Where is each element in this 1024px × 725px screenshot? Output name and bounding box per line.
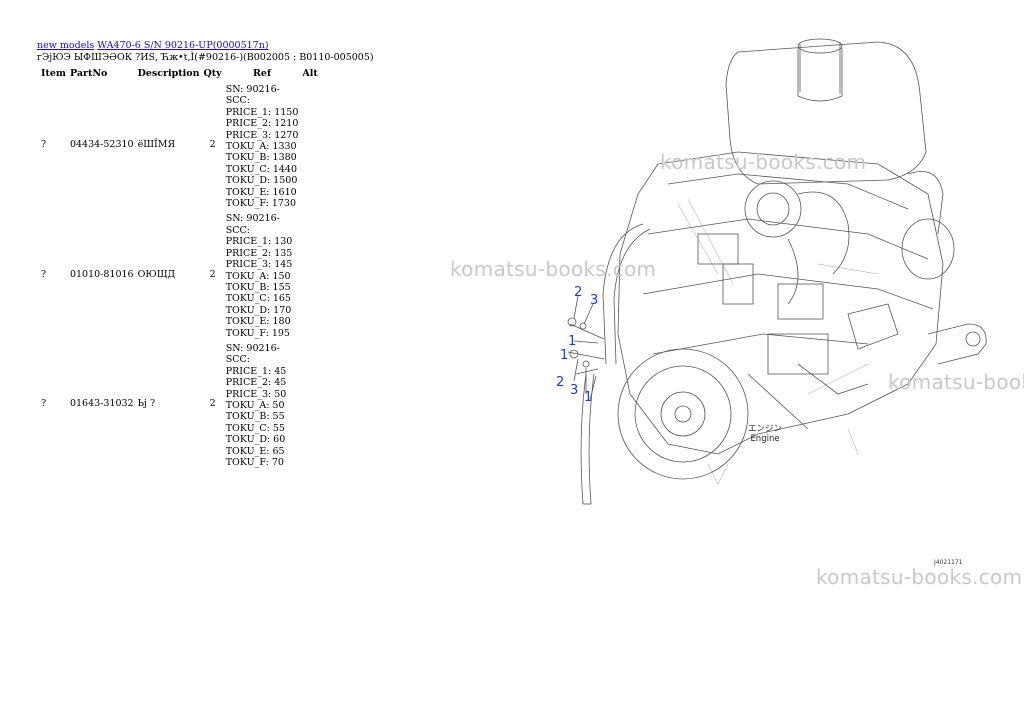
table-row: ? 01643-31032 Ьј ? 2 SN: 90216- SCC: PRICE_1: … (37, 339, 344, 468)
price-line: PRICE_3: 50 (225, 388, 287, 400)
price-line: TOKU_F: 195 (225, 327, 290, 339)
price-line: TOKU_C: 55 (225, 422, 285, 434)
column-header-description: Description (137, 67, 200, 79)
table-row: ? 04434-52310 ёШЇМЯ 2 SN: 90216- SCC: PRICE_1:… (37, 80, 344, 209)
engine-label-en: Engine (750, 434, 780, 444)
price-line: TOKU_A: 1330 (225, 141, 297, 153)
price-line: TOKU_E: 180 (225, 316, 291, 328)
column-header-item: Item (41, 67, 66, 79)
price-line: TOKU_F: 70 (225, 457, 284, 468)
description-cell: ОЮЩД (137, 268, 176, 280)
description-cell: ёШЇМЯ (137, 139, 176, 151)
price-line: SCC: (225, 95, 250, 107)
parts-table: Item PartNo Description Qty Ref Alt ? 044… (37, 66, 344, 469)
price-line: PRICE_2: 1210 (225, 118, 299, 130)
breadcrumb-link-new-models[interactable]: new models (37, 40, 94, 51)
column-header-alt: Alt (302, 67, 318, 79)
price-list: SN: 90216- SCC: PRICE_1: 1150 PRICE_2: 1210… (226, 80, 299, 209)
column-header-partno: PartNo (69, 67, 108, 79)
description-cell: Ьј ? (137, 398, 156, 410)
callout-1-upper: 1 (568, 334, 577, 349)
breadcrumb: new models WA470-6 S/N 90216-UP(0000517n… (37, 40, 269, 51)
table-row: ? 01010-81016 ОЮЩД 2 SN: 90216- SCC: PRICE_1: … (37, 209, 344, 338)
callout-3-top: 3 (590, 293, 599, 308)
price-line: PRICE_2: 45 (225, 377, 287, 389)
watermark: komatsu-books.com (816, 565, 1023, 589)
price-line: TOKU_B: 1380 (225, 152, 297, 164)
price-line: SCC: (225, 354, 250, 366)
price-list: SN: 90216- SCC: PRICE_1: 45 PRICE_2: 45 PRIC… (226, 339, 299, 468)
price-line: SN: 90216- (225, 213, 280, 225)
qty-cell: 2 (209, 398, 216, 410)
alt-cell (300, 209, 344, 338)
price-cell: SN: 90216- SCC: PRICE_1: 1150 PRICE_2: 1210… (224, 80, 301, 209)
price-line: SN: 90216- (225, 342, 280, 354)
price-line: TOKU_E: 65 (225, 445, 285, 457)
price-line: PRICE_1: 45 (225, 365, 287, 377)
qty-cell: 2 (209, 268, 216, 280)
price-line: TOKU_E: 1610 (225, 186, 297, 198)
partno-cell: 01643-31032 (69, 398, 134, 410)
price-line: SCC: (225, 224, 250, 236)
item-cell: ? (41, 268, 47, 280)
price-line: TOKU_B: 155 (225, 281, 291, 293)
price-line: PRICE_3: 145 (225, 259, 293, 271)
price-line: PRICE_1: 130 (225, 236, 293, 248)
price-line: TOKU_F: 1730 (225, 198, 296, 210)
column-header-qty: Qty (203, 67, 222, 79)
alt-cell (300, 80, 344, 209)
qty-cell: 2 (209, 139, 216, 151)
price-line: SN: 90216- (225, 84, 280, 95)
table-header-row: Item PartNo Description Qty Ref Alt (37, 66, 344, 80)
column-header-ref: Ref (253, 67, 272, 79)
engine-label: エンジン Engine (748, 424, 782, 444)
alt-cell (300, 339, 344, 468)
price-line: TOKU_A: 150 (225, 270, 291, 282)
item-cell: ? (41, 139, 47, 151)
price-cell: SN: 90216- SCC: PRICE_1: 130 PRICE_2: 135 PR… (224, 209, 301, 338)
engine-drawing (567, 38, 987, 505)
parts-diagram: 2 3 1 1 2 3 1 エンジン Engine J4021171 (548, 34, 1024, 580)
price-line: PRICE_3: 1270 (225, 129, 299, 141)
breadcrumb-link-model[interactable]: WA470-6 S/N 90216-UP(0000517n) (97, 40, 268, 51)
price-line: TOKU_C: 1440 (225, 163, 298, 175)
price-line: TOKU_D: 170 (225, 304, 292, 316)
page-subtitle: гЭјЮЭ ЫФШЭӘОК ?ИЅ, Ћж•t,Ì(#90216-)(B0020… (37, 52, 374, 63)
partno-cell: 01010-81016 (69, 268, 134, 280)
price-line: TOKU_D: 1500 (225, 175, 298, 187)
callout-2-bottom: 2 (556, 375, 565, 390)
item-cell: ? (41, 398, 47, 410)
watermark: komatsu-books.com (888, 370, 1024, 394)
callout-3-bottom: 3 (570, 383, 579, 398)
price-line: PRICE_1: 1150 (225, 106, 299, 118)
price-line: TOKU_D: 60 (225, 434, 286, 446)
partno-cell: 04434-52310 (69, 139, 134, 151)
watermark: komatsu-books.com (450, 257, 657, 281)
callout-1-mid: 1 (560, 348, 569, 363)
price-line: TOKU_A: 50 (225, 399, 285, 411)
price-line: PRICE_2: 135 (225, 247, 293, 259)
price-line: TOKU_B: 55 (225, 411, 285, 423)
callout-2-top: 2 (574, 285, 583, 300)
watermark: komatsu-books.com (660, 150, 867, 174)
price-list: SN: 90216- SCC: PRICE_1: 130 PRICE_2: 135 PR… (226, 209, 299, 338)
callout-1-bottom: 1 (584, 390, 593, 405)
engine-label-jp: エンジン (748, 424, 783, 434)
price-line: TOKU_C: 165 (225, 293, 291, 305)
price-cell: SN: 90216- SCC: PRICE_1: 45 PRICE_2: 45 PRIC… (224, 339, 301, 468)
